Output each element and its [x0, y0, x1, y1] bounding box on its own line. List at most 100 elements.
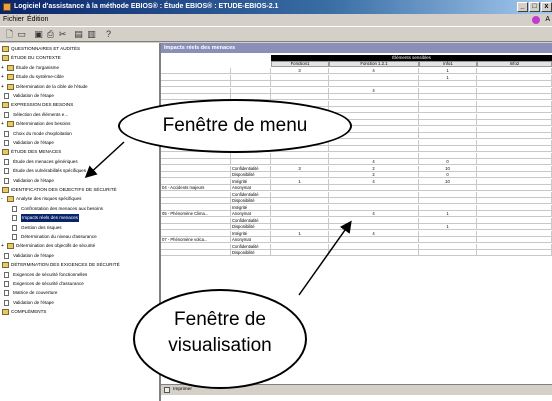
- tree-item[interactable]: EXPRESSION DES BESOINS: [0, 101, 159, 109]
- impact-cell[interactable]: 4: [329, 211, 419, 217]
- impact-cell[interactable]: [419, 204, 477, 211]
- impact-cell[interactable]: 2: [329, 165, 419, 172]
- tree-item[interactable]: IDENTIFICATION DES OBJECTIFS DE SÉCURITÉ: [0, 186, 159, 194]
- impact-cell[interactable]: [477, 243, 552, 250]
- impact-cell[interactable]: [477, 230, 552, 237]
- impact-cell[interactable]: [329, 139, 419, 146]
- impact-cell[interactable]: [271, 243, 329, 250]
- expander-icon[interactable]: +: [1, 243, 4, 249]
- impact-cell[interactable]: [477, 81, 552, 87]
- impact-cell[interactable]: [329, 243, 419, 250]
- tree-item[interactable]: Impacts réels des menaces: [0, 214, 159, 223]
- impact-cell[interactable]: [477, 178, 552, 185]
- impact-cell[interactable]: 2: [329, 172, 419, 178]
- impact-cell[interactable]: [477, 113, 552, 120]
- impact-cell[interactable]: [477, 172, 552, 178]
- impact-cell[interactable]: 1: [271, 230, 329, 237]
- tree-item[interactable]: + Détermination de la cible de l'étude: [0, 83, 159, 91]
- impact-cell[interactable]: [419, 113, 477, 120]
- impact-cell[interactable]: [419, 152, 477, 159]
- impact-cell[interactable]: [419, 191, 477, 198]
- impact-cell[interactable]: 4: [329, 230, 419, 237]
- impact-cell[interactable]: 4: [329, 87, 419, 94]
- printer-icon[interactable]: [164, 387, 170, 393]
- impact-cell[interactable]: [419, 107, 477, 113]
- impact-cell[interactable]: 1: [419, 211, 477, 217]
- impact-cell[interactable]: [419, 217, 477, 224]
- expander-icon[interactable]: +: [1, 84, 4, 90]
- tree-item[interactable]: Détermination du niveau d'assurance: [0, 233, 159, 241]
- impact-cell[interactable]: [271, 237, 329, 243]
- impact-cell[interactable]: [419, 198, 477, 204]
- close-button[interactable]: x: [541, 2, 552, 12]
- impact-cell[interactable]: [271, 94, 329, 100]
- help-icon[interactable]: [532, 16, 540, 24]
- impact-cell[interactable]: [329, 204, 419, 211]
- impact-cell[interactable]: [419, 126, 477, 133]
- impact-cell[interactable]: [477, 217, 552, 224]
- impact-cell[interactable]: [477, 224, 552, 230]
- tree-item[interactable]: Validation de l'étape: [0, 252, 159, 260]
- impact-cell[interactable]: [477, 74, 552, 81]
- tree-item[interactable]: Matrice de couverture: [0, 289, 159, 297]
- impact-cell[interactable]: 1: [419, 68, 477, 74]
- impact-cell[interactable]: 1: [419, 74, 477, 81]
- impact-cell[interactable]: [419, 120, 477, 126]
- column-header[interactable]: Info2: [477, 61, 552, 67]
- impact-cell[interactable]: [477, 191, 552, 198]
- paste-icon[interactable]: ▥: [86, 29, 97, 40]
- impact-cell[interactable]: [477, 152, 552, 159]
- tree-item[interactable]: Confrontation des menaces aux besoins: [0, 205, 159, 213]
- tree-item[interactable]: Étude des vulnérabilités spécifiques: [0, 167, 159, 175]
- impact-cell[interactable]: 3: [271, 165, 329, 172]
- impact-cell[interactable]: [419, 230, 477, 237]
- menu-edition[interactable]: Édition: [27, 14, 48, 26]
- new-icon[interactable]: 🗋: [4, 29, 15, 40]
- impact-cell[interactable]: [271, 74, 329, 81]
- impact-cell[interactable]: [419, 100, 477, 107]
- tree-item[interactable]: ÉTUDE DU CONTEXTE: [0, 54, 159, 62]
- impact-cell[interactable]: [477, 94, 552, 100]
- impact-cell[interactable]: [271, 159, 329, 165]
- menu-fichier[interactable]: Fichier: [3, 14, 24, 26]
- impact-cell[interactable]: [477, 204, 552, 211]
- tree-item[interactable]: + Étude du système-cible: [0, 73, 159, 81]
- tree-item[interactable]: QUESTIONNAIRES ET AUDITÉS: [0, 45, 159, 53]
- impact-cell[interactable]: [271, 87, 329, 94]
- impact-cell[interactable]: [329, 81, 419, 87]
- tree-item[interactable]: Exigences de sécurité d'assurance: [0, 280, 159, 288]
- impact-cell[interactable]: [477, 237, 552, 243]
- help-label[interactable]: A: [545, 14, 550, 26]
- impact-cell[interactable]: 0: [419, 172, 477, 178]
- impact-cell[interactable]: 4: [329, 159, 419, 165]
- impact-cell[interactable]: 1: [271, 178, 329, 185]
- impact-cell[interactable]: [477, 68, 552, 74]
- expander-icon[interactable]: -: [1, 196, 3, 202]
- expander-icon[interactable]: +: [1, 121, 4, 127]
- impact-cell[interactable]: [329, 224, 419, 230]
- impact-cell[interactable]: [271, 217, 329, 224]
- impact-cell[interactable]: 4: [329, 68, 419, 74]
- expander-icon[interactable]: +: [1, 74, 4, 80]
- impact-cell[interactable]: [419, 139, 477, 146]
- impact-cell[interactable]: [419, 237, 477, 243]
- impact-cell[interactable]: [477, 120, 552, 126]
- impact-cell[interactable]: [329, 185, 419, 191]
- impact-cell[interactable]: [477, 107, 552, 113]
- impact-cell[interactable]: [329, 217, 419, 224]
- impact-cell[interactable]: 10: [419, 165, 477, 172]
- copy-icon[interactable]: ▤: [73, 29, 84, 40]
- impact-cell[interactable]: [477, 100, 552, 107]
- impact-cell[interactable]: [329, 198, 419, 204]
- impact-cell[interactable]: [477, 146, 552, 152]
- impact-cell[interactable]: [329, 237, 419, 243]
- expander-icon[interactable]: +: [1, 65, 4, 71]
- impact-cell[interactable]: [271, 191, 329, 198]
- impact-cell[interactable]: [329, 146, 419, 152]
- impact-cell[interactable]: [477, 133, 552, 139]
- impact-cell[interactable]: [477, 139, 552, 146]
- impact-cell[interactable]: [419, 94, 477, 100]
- impact-cell[interactable]: [477, 126, 552, 133]
- print-icon[interactable]: ⎙: [45, 29, 56, 40]
- tree-item[interactable]: + Détermination des objectifs de sécurité: [0, 242, 159, 250]
